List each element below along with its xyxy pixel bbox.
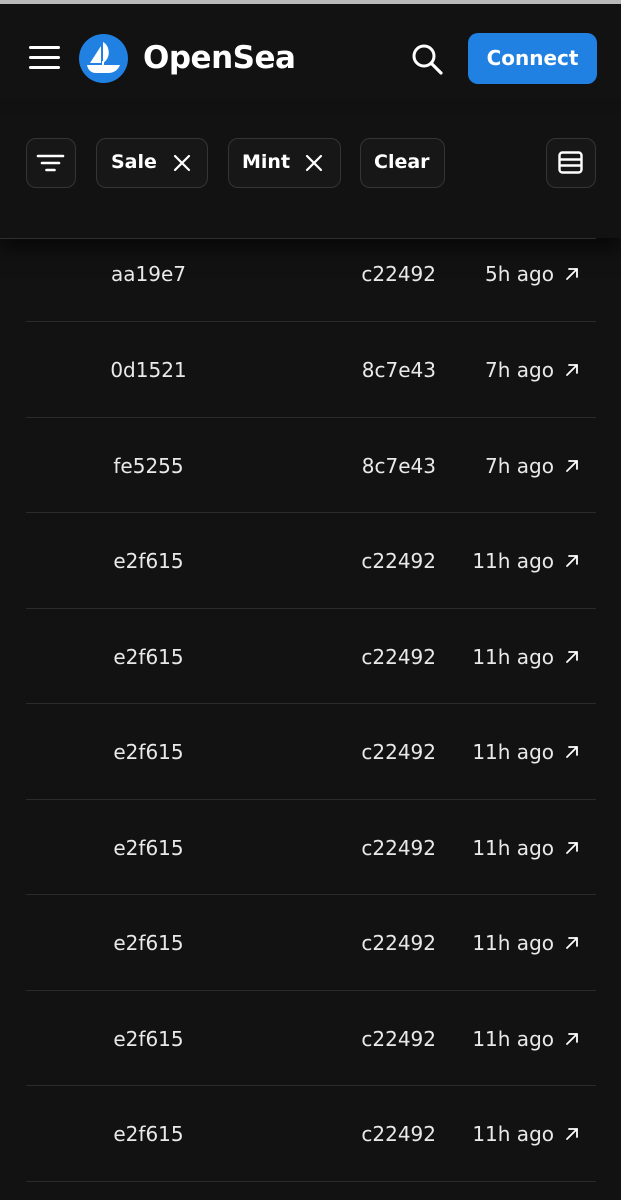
header-divider	[0, 238, 596, 239]
filter-chip-sale[interactable]: Sale	[96, 138, 208, 188]
to-address[interactable]: 8c7e43	[306, 454, 436, 478]
activity-row[interactable]: e2f615 c22492 11h ago	[26, 1086, 596, 1182]
top-navbar: OpenSea Connect	[0, 4, 621, 114]
event-time[interactable]: 11h ago	[472, 645, 554, 669]
activity-row[interactable]: e2f615 c22492 11h ago	[26, 991, 596, 1086]
from-address[interactable]: fe5255	[86, 454, 211, 478]
to-address[interactable]: c22492	[306, 1122, 436, 1146]
from-address[interactable]: e2f615	[86, 931, 211, 955]
from-address[interactable]: aa19e7	[86, 262, 211, 286]
filter-icon	[36, 154, 65, 172]
activity-list: aa19e7 c22492 5h ago 0d1521 8c7e43 7h ag…	[26, 240, 596, 1182]
from-address[interactable]: e2f615	[86, 740, 211, 764]
external-link-icon[interactable]	[565, 1127, 579, 1141]
from-address[interactable]: 0d1521	[86, 358, 211, 382]
filter-bar: Sale Mint Clear	[0, 114, 621, 238]
from-address[interactable]: e2f615	[86, 1027, 211, 1051]
to-address[interactable]: c22492	[306, 1027, 436, 1051]
view-toggle-button[interactable]	[546, 138, 596, 188]
to-address[interactable]: c22492	[306, 836, 436, 860]
to-address[interactable]: c22492	[306, 931, 436, 955]
close-icon[interactable]	[172, 153, 192, 173]
event-time[interactable]: 11h ago	[472, 931, 554, 955]
to-address[interactable]: c22492	[306, 262, 436, 286]
activity-row[interactable]: e2f615 c22492 11h ago	[26, 800, 596, 895]
event-time[interactable]: 11h ago	[472, 836, 554, 860]
close-icon[interactable]	[304, 153, 324, 173]
to-address[interactable]: c22492	[306, 645, 436, 669]
filter-chip-mint[interactable]: Mint	[228, 138, 341, 188]
activity-row[interactable]: aa19e7 c22492 5h ago	[26, 240, 596, 322]
from-address[interactable]: e2f615	[86, 645, 211, 669]
event-time[interactable]: 11h ago	[472, 1122, 554, 1146]
external-link-icon[interactable]	[565, 1032, 579, 1046]
event-time[interactable]: 7h ago	[485, 454, 554, 478]
to-address[interactable]: c22492	[306, 740, 436, 764]
from-address[interactable]: e2f615	[86, 549, 211, 573]
external-link-icon[interactable]	[565, 363, 579, 377]
opensea-logo-icon[interactable]	[79, 34, 128, 83]
brand-name[interactable]: OpenSea	[143, 38, 296, 78]
event-time[interactable]: 11h ago	[472, 740, 554, 764]
from-address[interactable]: e2f615	[86, 1122, 211, 1146]
external-link-icon[interactable]	[565, 745, 579, 759]
event-time[interactable]: 5h ago	[485, 262, 554, 286]
list-view-icon	[558, 151, 583, 174]
filter-chip-label: Sale	[111, 151, 157, 173]
filter-toggle-button[interactable]	[26, 138, 76, 188]
activity-row[interactable]: fe5255 8c7e43 7h ago	[26, 418, 596, 513]
external-link-icon[interactable]	[565, 650, 579, 664]
connect-button[interactable]: Connect	[468, 33, 597, 84]
external-link-icon[interactable]	[565, 459, 579, 473]
activity-row[interactable]: e2f615 c22492 11h ago	[26, 704, 596, 800]
activity-row[interactable]: e2f615 c22492 11h ago	[26, 609, 596, 704]
activity-row[interactable]: e2f615 c22492 11h ago	[26, 513, 596, 609]
event-time[interactable]: 11h ago	[472, 1027, 554, 1051]
activity-row[interactable]: 0d1521 8c7e43 7h ago	[26, 322, 596, 418]
clear-filters-button[interactable]: Clear	[360, 138, 445, 188]
menu-icon[interactable]	[29, 46, 61, 70]
external-link-icon[interactable]	[565, 267, 579, 281]
from-address[interactable]: e2f615	[86, 836, 211, 860]
clear-filters-label: Clear	[374, 151, 430, 173]
activity-row[interactable]: e2f615 c22492 11h ago	[26, 895, 596, 991]
to-address[interactable]: 8c7e43	[306, 358, 436, 382]
filter-chip-label: Mint	[242, 151, 291, 173]
event-time[interactable]: 11h ago	[472, 549, 554, 573]
to-address[interactable]: c22492	[306, 549, 436, 573]
external-link-icon[interactable]	[565, 936, 579, 950]
external-link-icon[interactable]	[565, 554, 579, 568]
search-icon[interactable]	[410, 42, 444, 76]
event-time[interactable]: 7h ago	[485, 358, 554, 382]
external-link-icon[interactable]	[565, 841, 579, 855]
